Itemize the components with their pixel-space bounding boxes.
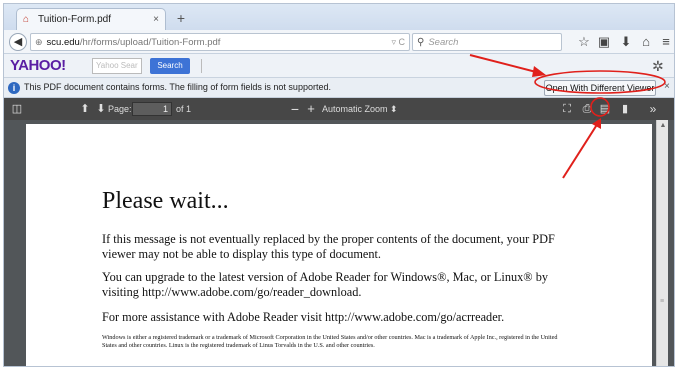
- page-label: Page:: [108, 104, 132, 114]
- yahoo-search-input[interactable]: Yahoo Sear: [92, 58, 142, 74]
- document-paragraph-2: You can upgrade to the latest version of…: [102, 270, 548, 299]
- notification-bar: i This PDF document contains forms. The …: [4, 78, 674, 98]
- vertical-scrollbar[interactable]: ▲ ≡: [656, 120, 669, 366]
- url-host: scu.edu: [46, 36, 80, 48]
- browser-window: ⌂ Tuition-Form.pdf × + ◀ ⊕ scu.edu/hr/fo…: [3, 3, 675, 367]
- scroll-grip-icon[interactable]: ≡: [660, 298, 664, 305]
- next-page-icon[interactable]: ⬇: [94, 101, 108, 117]
- info-icon: i: [8, 82, 20, 94]
- gear-icon[interactable]: ✲: [652, 58, 664, 75]
- home-icon[interactable]: ⌂: [638, 34, 654, 50]
- tab-title: Tuition-Form.pdf: [38, 14, 111, 25]
- search-bar[interactable]: ⚲ Search: [412, 33, 562, 51]
- menu-icon[interactable]: ≡: [658, 34, 674, 50]
- bookmark-star-icon[interactable]: ☆: [576, 34, 592, 50]
- toolbar-divider: [201, 59, 202, 73]
- scroll-up-icon[interactable]: ▲: [657, 120, 669, 132]
- sidebar-toggle-icon[interactable]: ◫: [10, 101, 24, 117]
- search-icon: ⚲: [417, 36, 425, 48]
- site-identity-icon[interactable]: ⊕: [35, 37, 43, 48]
- document-heading: Please wait...: [102, 188, 229, 214]
- print-icon[interactable]: ⎙: [580, 101, 594, 117]
- document-paragraph-1: If this message is not eventually replac…: [102, 232, 555, 261]
- open-with-different-viewer-button[interactable]: Open With Different Viewer: [544, 80, 656, 96]
- navigation-bar: ◀ ⊕ scu.edu/hr/forms/upload/Tuition-Form…: [4, 30, 674, 54]
- document-paragraph-3: For more assistance with Adobe Reader vi…: [102, 310, 505, 324]
- url-path: /hr/forms/upload/Tuition-Form.pdf: [79, 36, 221, 48]
- pdf-page: Please wait... If this message is not ev…: [26, 124, 652, 366]
- tab-bar: ⌂ Tuition-Form.pdf × +: [4, 4, 674, 30]
- reading-list-icon[interactable]: ▣: [596, 34, 612, 50]
- page-number-input[interactable]: 1: [132, 102, 172, 116]
- search-placeholder: Search: [428, 36, 459, 48]
- yahoo-logo[interactable]: YAHOO!: [10, 57, 66, 74]
- tools-expand-icon[interactable]: »: [646, 101, 660, 117]
- tab-close-icon[interactable]: ×: [153, 14, 159, 25]
- presentation-mode-icon[interactable]: ⛶: [560, 101, 574, 117]
- previous-page-icon[interactable]: ⬆: [78, 101, 92, 117]
- notification-text: This PDF document contains forms. The fi…: [24, 82, 331, 92]
- url-bar[interactable]: ⊕ scu.edu/hr/forms/upload/Tuition-Form.p…: [30, 33, 410, 51]
- yahoo-search-button[interactable]: Search: [150, 58, 190, 74]
- yahoo-toolbar: YAHOO! Yahoo Sear Search ✲: [4, 54, 674, 78]
- download-icon[interactable]: ▤: [598, 101, 612, 117]
- document-fineprint: Windows is either a registered trademark…: [102, 334, 558, 349]
- notification-close-icon[interactable]: ×: [664, 81, 670, 92]
- new-tab-button[interactable]: +: [172, 10, 190, 26]
- pdf-toolbar: ◫ ⬆ ⬇ Page: 1 of 1 − + Automatic Zoom ⬍ …: [4, 98, 674, 120]
- page-count: of 1: [176, 104, 192, 114]
- downloads-icon[interactable]: ⬇: [618, 34, 634, 50]
- pdf-favicon-icon: ⌂: [23, 13, 30, 25]
- zoom-select[interactable]: Automatic Zoom ⬍: [322, 101, 398, 117]
- zoom-out-icon[interactable]: −: [288, 101, 302, 117]
- reload-icon[interactable]: ▿ C: [391, 37, 405, 48]
- url-text: scu.edu/hr/forms/upload/Tuition-Form.pdf: [47, 37, 388, 48]
- pdf-viewport[interactable]: Please wait... If this message is not ev…: [4, 120, 674, 366]
- bookmark-icon[interactable]: ▮: [618, 101, 632, 117]
- back-button[interactable]: ◀: [9, 33, 27, 51]
- zoom-in-icon[interactable]: +: [304, 101, 318, 117]
- tab-tuition-form[interactable]: ⌂ Tuition-Form.pdf ×: [16, 8, 166, 30]
